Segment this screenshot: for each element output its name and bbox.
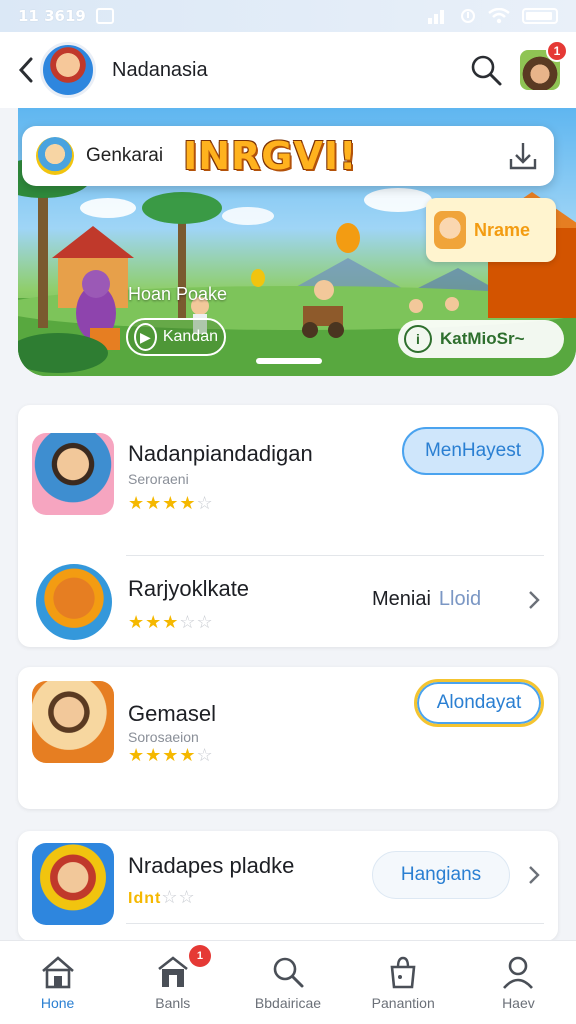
app-icon <box>36 564 112 640</box>
bag-icon <box>390 956 416 989</box>
home-icon <box>41 956 74 989</box>
nav-search[interactable]: Bbdairicae <box>230 941 345 1024</box>
list-item[interactable]: Nradapes pladke Idnt☆☆ Hangians <box>18 831 558 941</box>
nav-label: Panantion <box>371 995 435 1011</box>
nav-label: Bbdairicae <box>254 995 322 1011</box>
app-subtitle: Sorosaeion <box>128 729 199 745</box>
game-logo: INRGVI! <box>183 134 358 178</box>
nav-home[interactable]: Hone <box>0 941 115 1024</box>
avatar[interactable] <box>40 42 96 98</box>
star-icon: ★★★ <box>128 612 180 632</box>
rating-stars: Idnt☆☆ <box>128 887 196 908</box>
status-bar: 11 3619 <box>0 0 576 32</box>
star-icon: ★★★★ <box>128 493 197 513</box>
download-icon[interactable] <box>506 139 540 173</box>
app-name: Nadanpiandadigan <box>128 441 313 466</box>
nav-bag[interactable]: Panantion <box>346 941 461 1024</box>
store-icon <box>157 956 188 987</box>
signal-icon <box>428 10 444 24</box>
search-button[interactable] <box>468 52 504 88</box>
banner-pill-right[interactable]: i KatMioSr~ <box>398 320 564 358</box>
app-name: Gemasel <box>128 701 217 726</box>
more-link[interactable]: Meniai Lloid <box>372 588 481 611</box>
bottom-navigation: Hone 1 Banls Bbdairicae Panantion Haev <box>0 940 576 1024</box>
nav-label: Hone <box>40 995 75 1011</box>
chevron-left-icon <box>18 57 33 83</box>
install-button[interactable]: Alondayat <box>414 679 544 727</box>
character-icon <box>434 211 466 249</box>
app-card: Nadanpiandadigan Seroraeni ★★★★☆ MenHaye… <box>18 405 558 647</box>
list-item[interactable]: Rarjyoklkate ★★★☆☆ Meniai Lloid <box>18 556 558 647</box>
back-button[interactable] <box>16 57 36 83</box>
rating-stars: ★★★☆☆ <box>128 612 214 633</box>
list-item[interactable]: Nadanpiandadigan Seroraeni ★★★★☆ MenHaye… <box>18 405 558 555</box>
app-subtitle: Seroraeni <box>128 471 189 487</box>
game-icon <box>36 137 74 175</box>
search-icon <box>471 55 502 86</box>
search-icon <box>273 957 304 988</box>
app-icon <box>32 681 114 763</box>
screenshot-icon <box>95 8 114 24</box>
nav-profile[interactable]: Haev <box>461 941 576 1024</box>
battery-icon <box>522 8 558 24</box>
banner-search-bar[interactable]: Genkarai INRGVI! <box>22 126 554 186</box>
banner-game-card[interactable]: Nrame <box>426 198 556 262</box>
play-icon: ▶ <box>134 323 157 351</box>
status-time: 11 3619 <box>18 7 86 25</box>
notification-badge: 1 <box>546 40 568 62</box>
page-title: Nadanasia <box>112 58 208 81</box>
page-indicator <box>256 358 322 364</box>
pill-right-label: KatMioSr~ <box>440 329 525 348</box>
app-icon <box>32 433 114 515</box>
install-button[interactable]: MenHayest <box>402 427 544 475</box>
link-label: Meniai <box>372 588 431 610</box>
user-icon <box>503 956 534 989</box>
chevron-right-icon[interactable] <box>526 865 542 885</box>
nav-store[interactable]: 1 Banls <box>115 941 230 1024</box>
divider <box>126 923 544 924</box>
app-name: Rarjyoklkate <box>128 576 250 601</box>
star-empty-icon: ☆☆ <box>179 612 214 632</box>
rating-label: Idnt <box>128 890 162 907</box>
banner-search-text: Genkarai <box>86 145 164 166</box>
rating-stars: ★★★★☆ <box>128 745 214 766</box>
install-button[interactable]: Hangians <box>372 851 510 899</box>
banner-pill-left[interactable]: ▶ Kandan <box>126 318 226 356</box>
app-card: Nradapes pladke Idnt☆☆ Hangians <box>18 831 558 941</box>
nav-badge: 1 <box>188 945 211 967</box>
info-icon: i <box>404 325 432 353</box>
wifi-icon <box>488 8 510 24</box>
featured-banner[interactable]: Genkarai INRGVI! Nrame Hoan Poake ▶ Kand… <box>18 108 576 376</box>
star-empty-icon: ☆ <box>196 493 214 513</box>
chevron-right-icon[interactable] <box>526 590 542 610</box>
status-right <box>428 8 558 24</box>
app-header: Nadanasia 1 <box>0 32 576 108</box>
star-empty-icon: ☆ <box>196 745 214 765</box>
app-card: Gemasel Sorosaeion ★★★★☆ Alondayat <box>18 667 558 809</box>
list-item[interactable]: Gemasel Sorosaeion ★★★★☆ Alondayat <box>18 667 558 809</box>
rating-stars: ★★★★☆ <box>128 493 214 514</box>
data-icon <box>461 9 475 23</box>
app-icon <box>32 843 114 925</box>
link-label-secondary: Lloid <box>438 588 482 610</box>
star-empty-icon: ☆☆ <box>161 887 196 907</box>
status-left: 11 3619 <box>18 7 114 25</box>
scene-caption: Hoan Poake <box>128 284 228 304</box>
star-icon: ★★★★ <box>128 745 197 765</box>
nav-label: Banls <box>155 995 191 1011</box>
banner-game-label: Nrame <box>474 219 531 240</box>
app-name: Nradapes pladke <box>128 853 295 878</box>
pill-left-label: Kandan <box>162 328 218 345</box>
nav-label: Haev <box>502 995 535 1011</box>
profile-avatar[interactable]: 1 <box>520 40 568 90</box>
